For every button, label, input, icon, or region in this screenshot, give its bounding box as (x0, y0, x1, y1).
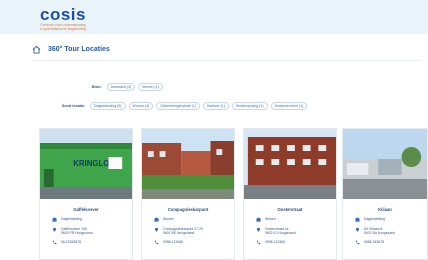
phone-icon (154, 241, 159, 245)
card-phone[interactable]: 0598-345678 (343, 240, 427, 245)
location-card[interactable]: Compagnieskarpunt Wonen Compagnieskarpun… (141, 128, 235, 260)
location-photo (244, 129, 336, 199)
filter-soort: Soort locatie: Dagbesteding (5) Wonen (3… (62, 102, 310, 110)
filter-chip-kindercentrum[interactable]: Kindercentrum (1) (270, 102, 308, 110)
card-type-label: Dagbesteding (61, 217, 82, 221)
card-title: Gaffelsoever (73, 207, 99, 212)
building-icon (355, 217, 360, 222)
card-address-line2: 9603 PR Hoogezand (61, 231, 93, 236)
card-address-line2: 9602 EJ Hoogezand (265, 231, 296, 236)
location-photo (343, 129, 427, 199)
card-phone[interactable]: 0598-123456 (244, 240, 336, 245)
location-pin-icon (154, 227, 159, 232)
filter-soort-label: Soort locatie: (62, 104, 85, 108)
card-phone[interactable]: 06-12345678 (40, 240, 132, 245)
card-title: Oosterstraat (277, 207, 303, 212)
card-address: Oosterstraat 1a 9602 EJ Hoogezand (244, 227, 336, 235)
location-pin-icon (256, 227, 261, 232)
location-card[interactable]: KRINGLOOP Gaffelsoever Dagbesteding Gaff… (39, 128, 133, 260)
home-icon[interactable] (32, 45, 41, 54)
logo-tagline-2: & specialistische begeleiding (40, 27, 86, 32)
building-icon (52, 217, 57, 222)
page-title: 360° Tour Locaties (48, 45, 110, 53)
filter-chip-wonen[interactable]: Wonen (3) (128, 102, 154, 110)
card-address: Compagnieskarpunt 27-29 9601 BK Hoogezan… (142, 227, 234, 235)
card-title: Compagnieskarpunt (167, 207, 209, 212)
phone-icon (256, 241, 261, 245)
card-phone[interactable]: 0598-123456 (142, 240, 234, 245)
phone-icon (52, 241, 57, 245)
card-address-line2: 9601 BK Hoogezand (163, 231, 195, 236)
card-type: Dagbesteding (343, 217, 427, 222)
card-address: De Kiliaan 8 9607 BA Hoogezand (343, 227, 427, 235)
card-address: Gaffelsoever 106 9603 PR Hoogezand (40, 227, 132, 235)
location-card[interactable]: Kiliaan Dagbesteding De Kiliaan 8 9607 B… (342, 128, 428, 260)
top-bar: cosis Centrum voor ondersteuning & speci… (0, 0, 428, 34)
cosis-logo[interactable]: cosis Centrum voor ondersteuning & speci… (40, 6, 130, 31)
filter-chip-ontmoetingsruimte[interactable]: Ontmoetingsruimte (1) (156, 102, 201, 110)
location-photo: KRINGLOOP (40, 129, 132, 199)
divider (32, 60, 420, 61)
filter-chip-kinderopvang[interactable]: Kinderopvang (1) (232, 102, 268, 110)
filter-chip-wonen[interactable]: Wonen (1) (138, 83, 163, 91)
card-type: Dagbesteding (40, 217, 132, 222)
building-icon (154, 217, 159, 222)
card-phone-number: 0598-345678 (364, 240, 384, 245)
location-pin-icon (355, 227, 360, 232)
building-icon (256, 217, 261, 222)
filter-chip-dagbesteding[interactable]: Dagbesteding (5) (89, 102, 126, 110)
card-type-label: Wonen (163, 217, 174, 221)
filter-bron: Bron: Ambulant (3) Wonen (1) (92, 83, 166, 91)
card-phone-number: 0598-123456 (163, 240, 183, 245)
location-card[interactable]: Oosterstraat Wonen Oosterstraat 1a 9602 … (243, 128, 337, 260)
card-type-label: Dagbesteding (364, 217, 385, 221)
location-photo (142, 129, 234, 199)
filter-bron-label: Bron: (92, 85, 102, 89)
location-pin-icon (52, 227, 57, 232)
card-phone-number: 06-12345678 (61, 240, 81, 245)
card-address-line2: 9607 BA Hoogezand (364, 231, 396, 236)
filter-chip-ambulant[interactable]: Ambulant (3) (106, 83, 136, 91)
page-header: 360° Tour Locaties (32, 42, 412, 56)
card-type: Wonen (142, 217, 234, 222)
card-type: Wonen (244, 217, 336, 222)
card-type-label: Wonen (265, 217, 276, 221)
phone-icon (355, 241, 360, 245)
logo-wordmark: cosis (40, 5, 86, 24)
card-phone-number: 0598-123456 (265, 240, 285, 245)
card-title: Kiliaan (378, 207, 392, 212)
filter-chip-kantoor[interactable]: Kantoor (1) (203, 102, 229, 110)
